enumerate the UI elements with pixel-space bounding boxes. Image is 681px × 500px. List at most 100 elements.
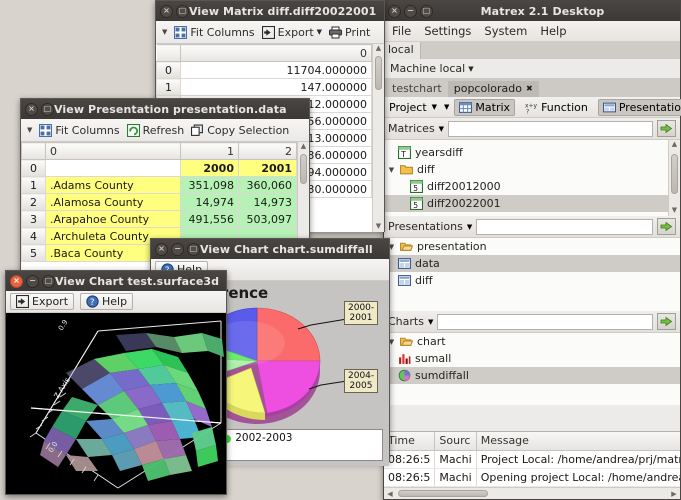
minimize-icon[interactable]: − — [26, 275, 39, 288]
export-button[interactable]: Export ▼ — [262, 26, 322, 39]
toggle-function[interactable]: x+y ? Function — [520, 99, 593, 116]
close-icon[interactable]: × — [25, 103, 38, 116]
chevron-down-icon[interactable]: ▼ — [468, 65, 473, 73]
refresh-button[interactable]: Refresh — [127, 124, 185, 137]
fit-columns-button[interactable]: Fit Columns — [39, 124, 119, 137]
charts-section-header[interactable]: Charts ▼ — [384, 311, 680, 333]
main-menubar[interactable]: File Settings System Help — [384, 21, 680, 42]
scroll-left-icon[interactable]: ◀ — [384, 488, 396, 499]
tree-item-diff20012000[interactable]: 5 diff20012000 — [384, 178, 668, 195]
pres-cell[interactable]: 351,098 — [181, 177, 239, 194]
pres-col-0[interactable]: 0 — [46, 143, 181, 160]
tree-item-presentation-folder[interactable]: ▼ presentation — [384, 238, 680, 255]
window-controls[interactable]: × − □ — [10, 275, 55, 288]
table-row[interactable]: 2 .Alamosa County 14,974 14,973 — [22, 194, 297, 211]
menu-settings[interactable]: Settings — [424, 24, 471, 38]
scroll-up-icon[interactable]: ▲ — [669, 140, 680, 150]
table-row[interactable]: 0 11704.000000 — [157, 62, 372, 79]
tab-testchart[interactable]: testchart — [386, 81, 448, 97]
log-panel[interactable]: Time Sourc Message 08:26:5 Machi Project… — [384, 431, 680, 499]
pres-col-2[interactable]: 2 — [239, 143, 297, 160]
scroll-thumb[interactable] — [300, 154, 307, 184]
maximize-icon[interactable]: □ — [176, 5, 189, 18]
pres-cell[interactable]: .Alamosa County — [46, 194, 181, 211]
log-table[interactable]: Time Sourc Message 08:26:5 Machi Project… — [384, 432, 680, 487]
copy-selection-button[interactable]: Copy Selection — [191, 124, 289, 137]
menu-system[interactable]: System — [484, 24, 527, 38]
row-header[interactable]: 4 — [22, 228, 46, 245]
pres-cell[interactable]: 2001 — [239, 160, 297, 177]
presentation-toolbar[interactable]: ▼ Fit Columns Refresh Cop — [21, 119, 309, 142]
project-menu-label[interactable]: Project — [389, 101, 427, 114]
machine-selector[interactable]: Machine local ▼ — [384, 59, 680, 78]
presentations-filter-input[interactable] — [476, 219, 653, 235]
maximize-icon[interactable]: □ — [420, 5, 433, 18]
scroll-thumb[interactable] — [398, 490, 488, 497]
chevron-down-icon-2[interactable]: ▼ — [444, 103, 449, 111]
matrices-tree-list[interactable]: T yearsdiff ▼ diff 5 diff20012000 — [384, 140, 668, 216]
print-button[interactable]: Print — [329, 26, 370, 39]
scroll-up-icon[interactable]: ▲ — [373, 44, 384, 54]
close-icon[interactable]: × — [10, 275, 23, 288]
tree-item-diff-presentation[interactable]: diff — [384, 272, 680, 289]
scroll-thumb[interactable] — [375, 56, 382, 90]
help-button[interactable]: ? Help — [80, 293, 133, 310]
table-row[interactable]: 1 .Adams County 351,098 360,060 — [22, 177, 297, 194]
chevron-down-icon[interactable]: ▼ — [162, 28, 167, 36]
menu-help[interactable]: Help — [540, 24, 566, 38]
project-tabs[interactable]: testchart popcolorado ✖ — [384, 78, 680, 97]
tree-item-chart-folder[interactable]: ▼ chart — [384, 333, 680, 350]
scroll-up-icon[interactable]: ▲ — [298, 142, 309, 152]
scroll-down-icon[interactable]: ▼ — [373, 222, 384, 232]
pres-cell[interactable]: 2000 — [181, 160, 239, 177]
charts-tree[interactable]: ▼ chart sumall — [384, 333, 680, 405]
table-row[interactable]: 0 2000 2001 — [22, 160, 297, 177]
surface-3d-canvas[interactable]: 0.0 0.9 Z Axis — [6, 313, 226, 494]
pres-cell[interactable]: 491,556 — [181, 211, 239, 228]
scroll-thumb[interactable] — [671, 154, 678, 194]
view-chart-surface-window[interactable]: × − □ View Chart test.surface3d Export ?… — [5, 270, 227, 495]
chevron-down-icon[interactable]: ▼ — [432, 103, 437, 111]
row-header[interactable]: 3 — [22, 211, 46, 228]
maximize-icon[interactable]: □ — [41, 103, 54, 116]
tab-close-icon[interactable]: ✖ — [526, 84, 533, 93]
minimize-icon[interactable]: − — [171, 243, 184, 256]
pres-cell[interactable]: 360,060 — [239, 177, 297, 194]
pres-cell[interactable]: 14,974 — [181, 194, 239, 211]
window-controls[interactable]: × − □ — [155, 243, 200, 256]
chevron-down-icon[interactable]: ▼ — [467, 223, 472, 231]
fit-columns-button[interactable]: Fit Columns — [174, 26, 254, 39]
twisty-icon[interactable]: ▼ — [387, 166, 396, 174]
close-icon[interactable]: × — [160, 5, 173, 18]
tree-item-diff20022001[interactable]: 5 diff20022001 — [384, 195, 668, 212]
pres-cell[interactable]: 503,097 — [239, 211, 297, 228]
close-icon[interactable]: × — [388, 5, 401, 18]
matrix-cell[interactable]: 147.000000 — [181, 79, 372, 96]
matrex-desktop-window[interactable]: × − □ Matrex 2.1 Desktop File Settings S… — [383, 0, 681, 500]
chevron-down-icon[interactable]: ▼ — [428, 318, 433, 326]
window-controls[interactable]: × □ — [25, 103, 54, 116]
export-button[interactable]: Export — [10, 293, 74, 310]
maximize-icon[interactable]: □ — [187, 243, 200, 256]
table-row[interactable]: 1 147.000000 — [157, 79, 372, 96]
table-row[interactable]: 3 .Arapahoe County 491,556 503,097 — [22, 211, 297, 228]
scroll-down-icon[interactable]: ▼ — [669, 206, 680, 216]
matrices-section-header[interactable]: Matrices ▼ — [384, 118, 680, 140]
chevron-down-icon[interactable]: ▼ — [27, 126, 32, 134]
log-hscrollbar[interactable]: ◀ ▶ — [384, 487, 680, 499]
matrix-col-0[interactable]: 0 — [181, 45, 372, 62]
surface-toolbar[interactable]: Export ? Help — [6, 291, 226, 313]
menu-file[interactable]: File — [392, 24, 411, 38]
presentations-tree-list[interactable]: ▼ presentation data — [384, 238, 680, 311]
pres-cell[interactable] — [46, 160, 181, 177]
project-toolbar[interactable]: Project ▼ ▼ Matrix x+y ? Function — [384, 97, 680, 118]
row-header[interactable]: 0 — [22, 160, 46, 177]
pres-col-1[interactable]: 1 — [181, 143, 239, 160]
presentations-section-header[interactable]: Presentations ▼ — [384, 216, 680, 238]
tree-item-data[interactable]: data — [384, 255, 680, 272]
presentations-go-button[interactable] — [657, 218, 676, 235]
maximize-icon[interactable]: □ — [42, 275, 55, 288]
charts-go-button[interactable] — [657, 313, 676, 330]
tree-item-yearsdiff[interactable]: T yearsdiff — [384, 144, 668, 161]
table-row[interactable]: 08:26:5 Machi Opening project Local: /ho… — [384, 468, 680, 486]
